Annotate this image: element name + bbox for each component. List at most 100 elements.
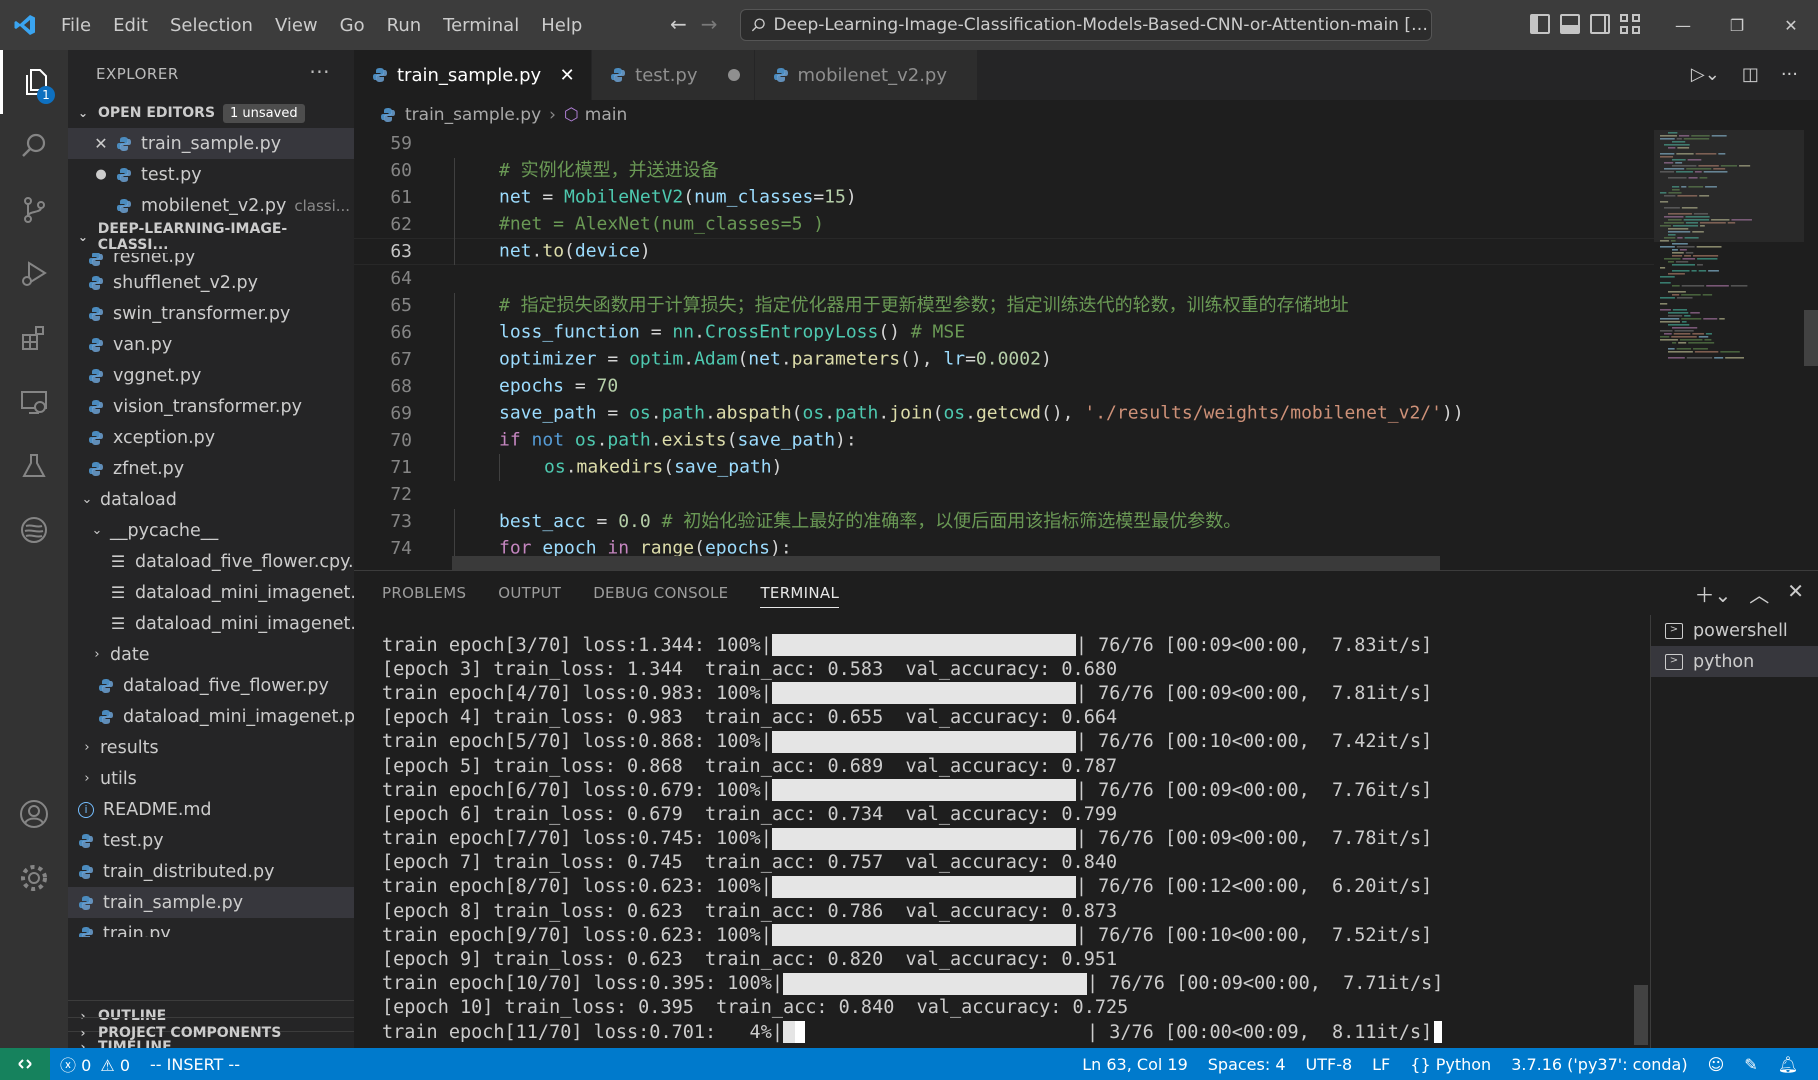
file-tree-item[interactable]: vggnet.py <box>68 360 354 391</box>
code-line[interactable]: 62 #net = AlexNet(num_classes=5 ) <box>354 211 1654 238</box>
feedback-icon[interactable]: ✎ <box>1734 1055 1767 1074</box>
menu-run[interactable]: Run <box>376 15 433 36</box>
menu-file[interactable]: File <box>50 15 102 36</box>
file-tree-item[interactable]: shufflenet_v2.py <box>68 267 354 298</box>
project-components-section[interactable]: › PROJECT COMPONENTS <box>68 1017 354 1048</box>
problems-indicator[interactable]: ⓧ 0 ⚠ 0 <box>50 1052 140 1076</box>
more-actions-icon[interactable]: ··· <box>1781 64 1798 85</box>
source-control-activity[interactable] <box>0 178 68 242</box>
file-tree-item[interactable]: zfnet.py <box>68 453 354 484</box>
file-tree-item[interactable]: ☰ dataload_mini_imagenet... <box>68 608 354 639</box>
remote-explorer-activity[interactable] <box>0 370 68 434</box>
file-tree-item[interactable]: van.py <box>68 329 354 360</box>
code-line[interactable]: 70 if not os.path.exists(save_path): <box>354 427 1654 454</box>
close-icon[interactable]: ✕ <box>90 134 112 153</box>
file-tree-item[interactable]: vision_transformer.py <box>68 391 354 422</box>
code-line[interactable]: 73 best_acc = 0.0 # 初始化验证集上最好的准确率，以便后面用该指… <box>354 508 1654 536</box>
terminal-instance-powershell[interactable]: > powershell <box>1651 615 1818 646</box>
new-terminal-icon[interactable]: ＋⌄ <box>1694 579 1731 608</box>
open-editor-item[interactable]: ● test.py <box>68 159 354 190</box>
code-line[interactable]: 64 <box>354 265 1654 292</box>
run-file-icon[interactable]: ▷⌄ <box>1691 64 1720 85</box>
toggle-secondary-sidebar-icon[interactable] <box>1590 14 1610 34</box>
file-tree-item[interactable]: › results <box>68 732 354 763</box>
terminal-output[interactable]: train epoch[3/70] loss:1.344: 100%| | 76/… <box>382 633 1462 1043</box>
restore-icon[interactable]: ❐ <box>1710 0 1764 50</box>
code-editor[interactable]: 59 60 # 实例化模型，并送进设备 61 net = MobileNetV2(num… <box>354 130 1654 570</box>
code-line[interactable]: 59 <box>354 130 1654 157</box>
terminal-scrollbar[interactable] <box>1634 985 1648 1045</box>
menu-selection[interactable]: Selection <box>159 15 264 36</box>
code-line[interactable]: 71 os.makedirs(save_path) <box>354 454 1654 481</box>
panel-tab-output[interactable]: OUTPUT <box>498 584 561 602</box>
maximize-panel-icon[interactable]: ︿ <box>1749 579 1769 608</box>
menu-go[interactable]: Go <box>329 15 376 36</box>
code-line[interactable]: 72 <box>354 481 1654 508</box>
file-tree-item[interactable]: ⌄ dataload <box>68 484 354 515</box>
file-tree-item[interactable]: train.py <box>68 918 354 937</box>
menu-terminal[interactable]: Terminal <box>432 15 530 36</box>
file-tree-item[interactable]: swin_transformer.py <box>68 298 354 329</box>
more-actions-icon[interactable]: ··· <box>309 60 330 84</box>
panel-tab-problems[interactable]: PROBLEMS <box>382 584 466 602</box>
end-of-line[interactable]: LF <box>1362 1055 1400 1074</box>
code-line[interactable]: 65 # 指定损失函数用于计算损失；指定优化器用于更新模型参数；指定训练迭代的轮数… <box>354 292 1654 320</box>
language-mode[interactable]: {} Python <box>1400 1055 1501 1074</box>
file-tree-item[interactable]: ⌄ __pycache__ <box>68 515 354 546</box>
close-window-icon[interactable]: ✕ <box>1764 0 1818 50</box>
open-editor-item[interactable]: ✕ train_sample.py <box>68 128 354 159</box>
unsaved-dot-icon[interactable] <box>727 69 740 81</box>
minimize-icon[interactable]: — <box>1656 0 1710 50</box>
explorer-activity[interactable]: 1 <box>0 50 68 114</box>
file-tree-item[interactable]: train_distributed.py <box>68 856 354 887</box>
file-tree-item[interactable]: xception.py <box>68 422 354 453</box>
testing-activity[interactable] <box>0 434 68 498</box>
file-tree-item[interactable]: resnet.py <box>68 253 354 267</box>
unsaved-dot-icon[interactable]: ● <box>90 167 112 182</box>
file-tree-item[interactable]: i README.md <box>68 794 354 825</box>
code-line[interactable]: 66 loss_function = nn.CrossEntropyLoss() … <box>354 319 1654 346</box>
cursor-position[interactable]: Ln 63, Col 19 <box>1072 1055 1198 1074</box>
manage-activity[interactable] <box>0 846 68 910</box>
notifications-bell-icon[interactable]: 🔔︎ <box>1768 1055 1808 1074</box>
toggle-sidebar-icon[interactable] <box>1530 14 1550 34</box>
panel-tab-terminal[interactable]: TERMINAL <box>760 584 840 608</box>
file-tree-item[interactable]: › utils <box>68 763 354 794</box>
toggle-panel-icon[interactable] <box>1560 14 1580 34</box>
encoding[interactable]: UTF-8 <box>1296 1055 1363 1074</box>
tab-test-py[interactable]: test.py <box>592 50 755 100</box>
tab-mobilenet-v2-py[interactable]: mobilenet_v2.py <box>754 50 979 100</box>
file-tree-item[interactable]: ☰ dataload_five_flower.cpy... <box>68 546 354 577</box>
split-editor-icon[interactable]: ◫ <box>1742 64 1759 85</box>
back-arrow-icon[interactable]: ← <box>670 12 687 36</box>
file-tree-item[interactable]: ☰ dataload_mini_imagenet... <box>68 577 354 608</box>
code-line[interactable]: 63 net.to(device) <box>354 238 1654 265</box>
command-center-search[interactable]: Deep-Learning-Image-Classification-Model… <box>740 9 1432 41</box>
accounts-activity[interactable] <box>0 782 68 846</box>
breadcrumb-symbol[interactable]: main <box>585 105 627 125</box>
python-interpreter[interactable]: 3.7.16 ('py37': conda) <box>1501 1055 1697 1074</box>
indentation[interactable]: Spaces: 4 <box>1198 1055 1296 1074</box>
close-panel-icon[interactable]: ✕ <box>1787 579 1804 608</box>
file-tree-item[interactable]: test.py <box>68 825 354 856</box>
panel-tab-debug-console[interactable]: DEBUG CONSOLE <box>593 584 728 602</box>
breadcrumb-file[interactable]: train_sample.py <box>405 105 541 125</box>
file-tree-item[interactable]: dataload_mini_imagenet.py <box>68 701 354 732</box>
file-tree-item[interactable]: dataload_five_flower.py <box>68 670 354 701</box>
remote-indicator[interactable] <box>0 1048 50 1080</box>
terminal-instance-python[interactable]: > python <box>1651 646 1818 677</box>
code-line[interactable]: 67 optimizer = optim.Adam(net.parameters(… <box>354 346 1654 373</box>
file-tree-item[interactable]: train_sample.py <box>68 887 354 918</box>
code-line[interactable]: 61 net = MobileNetV2(num_classes=15) <box>354 184 1654 211</box>
code-line[interactable]: 68 epochs = 70 <box>354 373 1654 400</box>
customize-layout-icon[interactable] <box>1620 14 1640 34</box>
code-line[interactable]: 60 # 实例化模型，并送进设备 <box>354 157 1654 185</box>
close-icon[interactable]: ✕ <box>557 65 577 86</box>
menu-edit[interactable]: Edit <box>102 15 159 36</box>
editor-horizontal-scrollbar[interactable] <box>452 556 1440 570</box>
minimap-slider[interactable] <box>1654 130 1804 242</box>
menu-help[interactable]: Help <box>530 15 593 36</box>
search-activity[interactable] <box>0 114 68 178</box>
editor-vertical-scrollbar[interactable] <box>1804 310 1818 366</box>
run-debug-activity[interactable] <box>0 242 68 306</box>
